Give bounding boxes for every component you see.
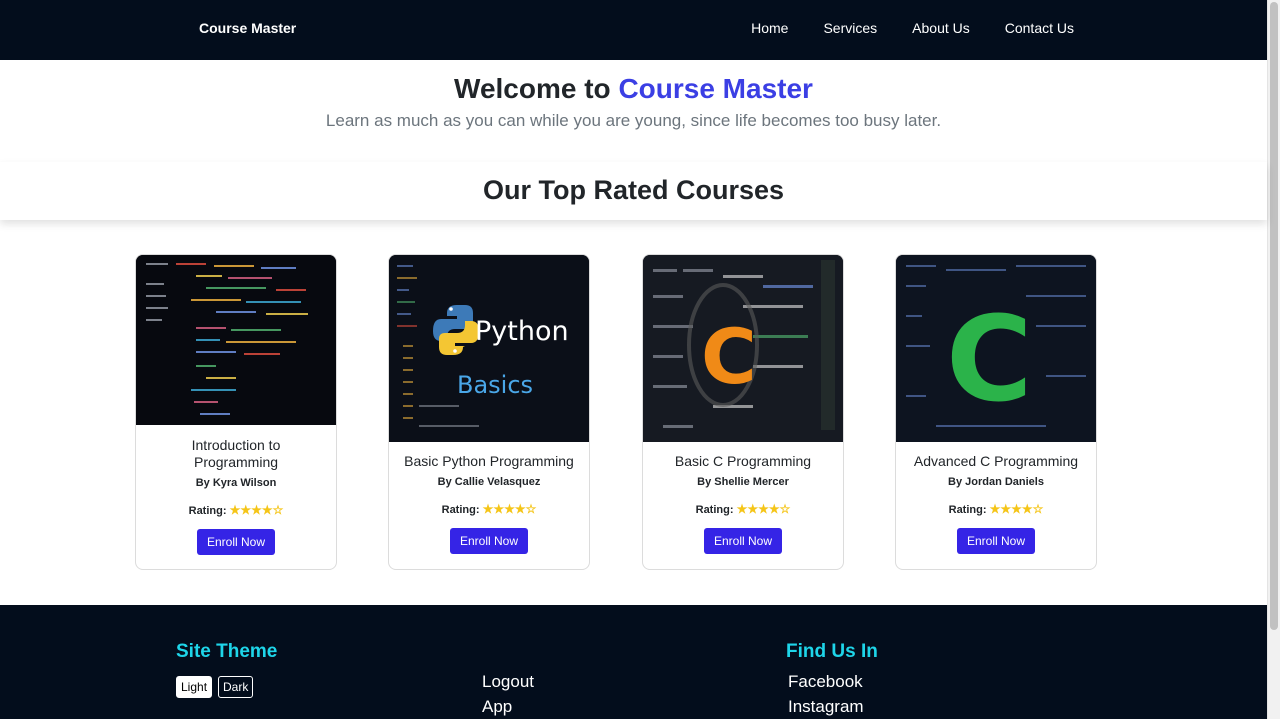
rating-label: Rating: [695, 504, 734, 516]
course-image-c-magnifier: C [643, 255, 843, 442]
image-text-basics: Basics [457, 371, 533, 399]
courses-section-header: Our Top Rated Courses [0, 162, 1267, 220]
star-rating-icon: ★★★★☆ [482, 502, 537, 516]
course-rating: Rating: ★★★★☆ [896, 502, 1096, 516]
image-text-c: C [701, 312, 757, 401]
nav-link-about-us[interactable]: About Us [912, 20, 970, 36]
enroll-now-button[interactable]: Enroll Now [196, 529, 276, 555]
footer: Site Theme Light Dark Logout App Find Us… [0, 605, 1267, 719]
site-theme-heading: Site Theme [176, 641, 278, 662]
footer-link-facebook[interactable]: Facebook [788, 672, 863, 692]
footer-link-logout[interactable]: Logout [482, 672, 534, 692]
course-card-intro-programming: Introduction to Programming By Kyra Wils… [135, 254, 337, 570]
footer-link-instagram[interactable]: Instagram [788, 697, 864, 717]
navbar: Course Master Home Services About Us Con… [0, 0, 1267, 60]
nav-link-home[interactable]: Home [751, 20, 788, 36]
hero-section: Welcome to Course Master Learn as much a… [0, 60, 1267, 162]
course-title: Basic C Programming [674, 453, 812, 469]
footer-link-app[interactable]: App [482, 697, 512, 717]
course-rating: Rating: ★★★★☆ [643, 502, 843, 516]
course-rating: Rating: ★★★★☆ [136, 503, 336, 517]
courses-section-title: Our Top Rated Courses [482, 175, 785, 205]
course-title: Introduction to Programming [191, 437, 281, 470]
brand-logo[interactable]: Course Master [199, 20, 296, 36]
course-card-basic-c: C Basic C Programming By Shellie Mercer … [642, 254, 844, 570]
hero-subtitle: Learn as much as you can while you are y… [325, 111, 942, 130]
course-image-code-screen [136, 255, 336, 425]
course-card-advanced-c: C Advanced C Programming By Jordan Danie… [895, 254, 1097, 570]
star-rating-icon: ★★★★☆ [229, 503, 284, 517]
rating-label: Rating: [948, 504, 987, 516]
rating-label: Rating: [188, 505, 227, 517]
course-image-green-c: C [896, 255, 1096, 442]
hero-title-prefix: Welcome to [454, 73, 611, 104]
hero-title: Welcome to Course Master [0, 73, 1267, 105]
nav-link-contact-us[interactable]: Contact Us [1005, 20, 1074, 36]
course-author: By Jordan Daniels [948, 476, 1044, 488]
find-us-heading: Find Us In [786, 641, 878, 662]
course-author: By Kyra Wilson [195, 477, 277, 489]
rating-label: Rating: [441, 504, 480, 516]
enroll-now-button[interactable]: Enroll Now [703, 528, 783, 554]
nav-link-services[interactable]: Services [823, 20, 877, 36]
enroll-now-button[interactable]: Enroll Now [449, 528, 529, 554]
star-rating-icon: ★★★★☆ [989, 502, 1044, 516]
course-cards: Introduction to Programming By Kyra Wils… [0, 254, 1267, 570]
image-text-c: C [946, 290, 1033, 428]
star-rating-icon: ★★★★☆ [736, 502, 791, 516]
scrollbar-thumb[interactable] [1270, 2, 1278, 630]
course-author: By Callie Velasquez [437, 476, 541, 488]
course-author: By Shellie Mercer [697, 476, 789, 488]
course-title: Advanced C Programming [913, 453, 1079, 469]
page-scrollbar[interactable] [1267, 0, 1280, 719]
course-rating: Rating: ★★★★☆ [389, 502, 589, 516]
course-card-basic-python: Python Basics Basic Python Programming B… [388, 254, 590, 570]
hero-title-accent: Course Master [618, 73, 813, 104]
enroll-now-button[interactable]: Enroll Now [956, 528, 1036, 554]
course-title: Basic Python Programming [404, 453, 574, 469]
theme-light-button[interactable]: Light [176, 676, 213, 698]
course-image-python-basics: Python Basics [389, 255, 589, 442]
theme-dark-button[interactable]: Dark [218, 676, 254, 698]
nav-links: Home Services About Us Contact Us [751, 20, 1074, 36]
image-text-python: Python [475, 316, 569, 347]
